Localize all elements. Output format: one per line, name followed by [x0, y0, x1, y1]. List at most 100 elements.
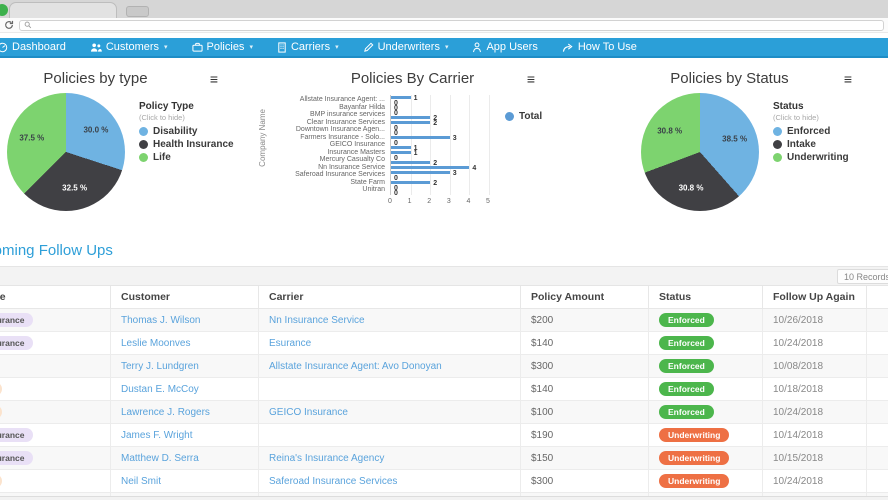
page-viewport: Dashboard Customers ▾ Policies ▾ Carriers ▾ Und…	[0, 38, 888, 496]
chart-menu-icon[interactable]: ≡	[527, 72, 535, 86]
customer-link[interactable]: Terry J. Lundgren	[121, 361, 199, 372]
table-row[interactable]: Health Insurance Leslie Moonves Esurance $1…	[0, 331, 888, 355]
gridline	[430, 95, 432, 195]
action-cell	[866, 492, 888, 496]
chevron-down-icon: ▾	[164, 44, 168, 51]
bottom-scrollbar-strip[interactable]	[0, 496, 888, 500]
customer-link[interactable]: Thomas J. Wilson	[121, 315, 200, 326]
follow-up-date-cell: 10/24/2018	[762, 400, 867, 424]
bar-chart-area[interactable]: Company Name Allstate Insurance Agent: ..…	[254, 95, 571, 197]
bar-category-label: GEICO Insurance	[329, 141, 385, 148]
policy-type-badge: Health Insurance	[0, 313, 33, 327]
gridline	[469, 95, 471, 195]
legend-item-health-insurance[interactable]: Health Insurance	[139, 139, 234, 150]
nav-item-customers[interactable]: Customers ▾	[78, 38, 180, 57]
new-tab-button[interactable]	[126, 6, 149, 17]
table-row[interactable]: Disability Lawrence J. Rogers GEICO Insura…	[0, 400, 888, 424]
action-cell	[866, 308, 888, 332]
column-header-customer: Customer	[110, 286, 259, 309]
bar	[391, 166, 470, 169]
nav-item-app-users[interactable]: App Users	[460, 38, 549, 57]
table-row[interactable]: Health Insurance James F. Wright $190 Under…	[0, 423, 888, 447]
carrier-link[interactable]: Allstate Insurance Agent: Avo Donoyan	[269, 361, 442, 372]
table-row[interactable]: Health Insurance Thomas J. Wilson Nn Insur…	[0, 308, 888, 332]
pie-chart[interactable]: 30.0 % 32.5 % 37.5 %	[7, 93, 125, 211]
legend-dot	[139, 140, 148, 149]
pie-slice-label: 30.8 %	[657, 126, 683, 136]
pie-slice-label: 30.8 %	[678, 183, 704, 193]
nav-item-how-to-use[interactable]: How To Use	[550, 38, 649, 57]
policy-type-cell: Health Insurance	[0, 446, 111, 470]
carrier-cell: Esurance	[258, 331, 521, 355]
bar-value-label: 2	[433, 120, 438, 127]
policy-type-badge: Health Insurance	[0, 336, 33, 350]
customer-cell: Leslie Moonves	[110, 331, 259, 355]
nav-item-label: Carriers	[290, 41, 331, 53]
status-badge: Underwriting	[659, 474, 730, 488]
chart-panel-policies-by-carrier: Policies By Carrier ≡ Company Name Allsta…	[254, 70, 571, 232]
customer-cell: Andrew N. Liveris	[110, 492, 259, 496]
status-cell: Enforced	[648, 308, 763, 332]
policy-type-cell: Health Insurance	[0, 308, 111, 332]
customer-link[interactable]: Dustan E. McCoy	[121, 384, 199, 395]
table-row[interactable]: Health Insurance Matthew D. Serra Reina's …	[0, 446, 888, 470]
customer-cell: Matthew D. Serra	[110, 446, 259, 470]
chart-menu-icon[interactable]: ≡	[210, 72, 218, 86]
customer-cell: Terry J. Lundgren	[110, 354, 259, 378]
policy-type-cell: Disability	[0, 469, 111, 493]
customer-link[interactable]: James F. Wright	[121, 430, 193, 441]
pie-chart[interactable]: 38.5 % 30.8 % 30.8 %	[641, 93, 759, 211]
legend-item-life[interactable]: Life	[139, 152, 234, 163]
follow-ups-table: Policy TypeCustomerCarrierPolicy AmountS…	[0, 286, 888, 496]
x-axis-tick: 4	[466, 198, 471, 205]
nav-item-underwriters[interactable]: Underwriters ▾	[351, 38, 461, 57]
records-count-button[interactable]: 10 Records	[837, 269, 888, 284]
carrier-link[interactable]: Saferoad Insurance Services	[269, 476, 397, 487]
customer-link[interactable]: Neil Smit	[121, 476, 161, 487]
customers-icon	[90, 42, 102, 53]
bar-category-label: Unitran	[362, 186, 385, 193]
legend-item-underwriting[interactable]: Underwriting	[773, 152, 849, 163]
status-cell: Underwriting	[648, 492, 763, 496]
customer-link[interactable]: Leslie Moonves	[121, 338, 190, 349]
policy-type-badge: Disability	[0, 474, 2, 488]
address-bar[interactable]	[19, 19, 884, 31]
carrier-cell	[258, 423, 521, 447]
customer-link[interactable]: Matthew D. Serra	[121, 453, 199, 464]
legend-item-disability[interactable]: Disability	[139, 126, 234, 137]
status-cell: Enforced	[648, 331, 763, 355]
nav-item-dashboard[interactable]: Dashboard	[0, 38, 78, 57]
bar-category-label: Insurance Masters	[327, 148, 385, 156]
nav-item-label: Dashboard	[12, 41, 66, 53]
bar	[391, 116, 431, 119]
table-row[interactable]: Life Terry J. Lundgren Allstate Insurance …	[0, 354, 888, 378]
status-cell: Enforced	[648, 354, 763, 378]
legend-item-enforced[interactable]: Enforced	[773, 126, 849, 137]
bar-value-label: 1	[413, 95, 418, 102]
customer-cell: Thomas J. Wilson	[110, 308, 259, 332]
gridline	[449, 95, 451, 195]
carrier-link[interactable]: Reina's Insurance Agency	[269, 453, 384, 464]
status-cell: Enforced	[648, 377, 763, 401]
screen: Dashboard Customers ▾ Policies ▾ Carriers ▾ Und…	[0, 0, 888, 500]
browser-tab[interactable]	[9, 2, 117, 18]
follow-up-date-cell: 10/14/2018	[762, 423, 867, 447]
policy-amount-cell: $150	[520, 446, 649, 470]
nav-item-carriers[interactable]: Carriers ▾	[265, 38, 351, 57]
legend-subtitle: (Click to hide)	[773, 113, 819, 122]
chart-legend[interactable]: Total	[505, 95, 542, 122]
carrier-link[interactable]: Nn Insurance Service	[269, 315, 365, 326]
carrier-link[interactable]: GEICO Insurance	[269, 407, 348, 418]
legend-item-intake[interactable]: Intake	[773, 139, 849, 150]
nav-item-policies[interactable]: Policies ▾	[180, 38, 265, 57]
chart-menu-icon[interactable]: ≡	[844, 72, 852, 86]
navbar: Dashboard Customers ▾ Policies ▾ Carriers ▾ Und…	[0, 38, 888, 58]
carrier-link[interactable]: Esurance	[269, 338, 311, 349]
table-row[interactable]: Disability Neil Smit Saferoad Insurance Se…	[0, 469, 888, 493]
legend-dot	[505, 111, 514, 121]
customer-link[interactable]: Lawrence J. Rogers	[121, 407, 210, 418]
table-row[interactable]: LifeAndrew N. LiverisState Farm$1200Unde…	[0, 492, 888, 496]
policy-amount-cell: $200	[520, 308, 649, 332]
reload-icon[interactable]	[4, 20, 14, 30]
table-row[interactable]: Disability Dustan E. McCoy $140 Enforced 10/…	[0, 377, 888, 401]
